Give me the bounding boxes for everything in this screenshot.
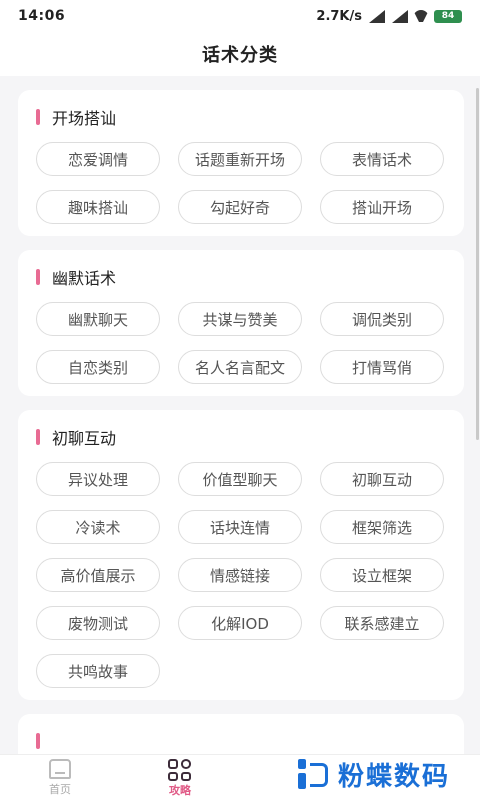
category-list[interactable]: 开场搭讪 恋爱调情 话题重新开场 表情话术 趣味搭讪 勾起好奇 搭讪开场 幽默话… <box>0 76 480 754</box>
tag-button[interactable]: 共鸣故事 <box>36 654 160 688</box>
tag-button[interactable]: 高价值展示 <box>36 558 160 592</box>
tag-button[interactable]: 搭讪开场 <box>320 190 444 224</box>
tag-button[interactable]: 框架筛选 <box>320 510 444 544</box>
tag-button[interactable]: 化解IOD <box>178 606 302 640</box>
tag-button[interactable]: 自恋类别 <box>36 350 160 384</box>
tab-guide-label: 攻略 <box>169 784 191 797</box>
section-title-text: 初聊互动 <box>52 429 117 448</box>
signal-icon-2 <box>390 9 408 23</box>
tag-button[interactable]: 联系感建立 <box>320 606 444 640</box>
tab-guide[interactable]: 攻略 <box>150 759 210 798</box>
tag-button[interactable]: 名人名言配文 <box>178 350 302 384</box>
grid-icon <box>168 759 192 781</box>
tag-button[interactable]: 幽默聊天 <box>36 302 160 336</box>
watermark-logo-icon <box>296 757 332 793</box>
section-title-text: 幽默话术 <box>52 269 117 288</box>
section-card-partial <box>18 714 464 754</box>
page-title: 话术分类 <box>202 45 278 66</box>
watermark-text: 粉蝶数码 <box>338 762 451 792</box>
section-card: 开场搭讪 恋爱调情 话题重新开场 表情话术 趣味搭讪 勾起好奇 搭讪开场 <box>18 90 464 236</box>
tag-button[interactable]: 共谋与赞美 <box>178 302 302 336</box>
status-indicators: 2.7K/s 84 <box>316 9 462 24</box>
title-accent-bar <box>36 733 40 749</box>
tag-button[interactable]: 勾起好奇 <box>178 190 302 224</box>
page-header: 话术分类 <box>0 32 480 76</box>
section-card: 初聊互动 异议处理 价值型聊天 初聊互动 冷读术 话块连情 框架筛选 高价值展示… <box>18 410 464 700</box>
battery-icon: 84 <box>434 9 462 23</box>
section-title-text: 开场搭讪 <box>52 109 117 128</box>
tag-button[interactable]: 废物测试 <box>36 606 160 640</box>
section-card: 幽默话术 幽默聊天 共谋与赞美 调侃类别 自恋类别 名人名言配文 打情骂俏 <box>18 250 464 396</box>
tag-button[interactable]: 恋爱调情 <box>36 142 160 176</box>
tag-button[interactable]: 话题重新开场 <box>178 142 302 176</box>
tag-button[interactable]: 冷读术 <box>36 510 160 544</box>
section-title: 幽默话术 <box>36 266 446 288</box>
tag-grid: 异议处理 价值型聊天 初聊互动 冷读术 话块连情 框架筛选 高价值展示 情感链接… <box>36 462 446 688</box>
title-accent-bar <box>36 269 40 285</box>
tag-button[interactable]: 价值型聊天 <box>178 462 302 496</box>
tag-button[interactable]: 打情骂俏 <box>320 350 444 384</box>
status-time: 14:06 <box>18 8 66 24</box>
tag-button[interactable]: 初聊互动 <box>320 462 444 496</box>
tag-grid: 恋爱调情 话题重新开场 表情话术 趣味搭讪 勾起好奇 搭讪开场 <box>36 142 446 224</box>
tag-button[interactable]: 话块连情 <box>178 510 302 544</box>
tab-home-label: 首页 <box>49 783 71 796</box>
tag-button[interactable]: 异议处理 <box>36 462 160 496</box>
status-bar: 14:06 2.7K/s 84 <box>0 0 480 32</box>
tag-button[interactable]: 趣味搭讪 <box>36 190 160 224</box>
tag-grid: 幽默聊天 共谋与赞美 调侃类别 自恋类别 名人名言配文 打情骂俏 <box>36 302 446 384</box>
tag-button[interactable]: 情感链接 <box>178 558 302 592</box>
tag-button[interactable]: 设立框架 <box>320 558 444 592</box>
network-speed: 2.7K/s <box>316 8 362 24</box>
section-title: 初聊互动 <box>36 426 446 448</box>
wifi-icon <box>413 10 429 22</box>
section-title <box>36 730 446 752</box>
home-icon <box>49 759 71 779</box>
tag-button[interactable]: 调侃类别 <box>320 302 444 336</box>
title-accent-bar <box>36 429 40 445</box>
tab-home[interactable]: 首页 <box>30 759 90 797</box>
watermark: 粉蝶数码 <box>296 756 450 793</box>
section-title: 开场搭讪 <box>36 106 446 128</box>
title-accent-bar <box>36 109 40 125</box>
signal-icon <box>367 9 385 23</box>
scrollbar[interactable] <box>476 88 479 440</box>
tag-button[interactable]: 表情话术 <box>320 142 444 176</box>
